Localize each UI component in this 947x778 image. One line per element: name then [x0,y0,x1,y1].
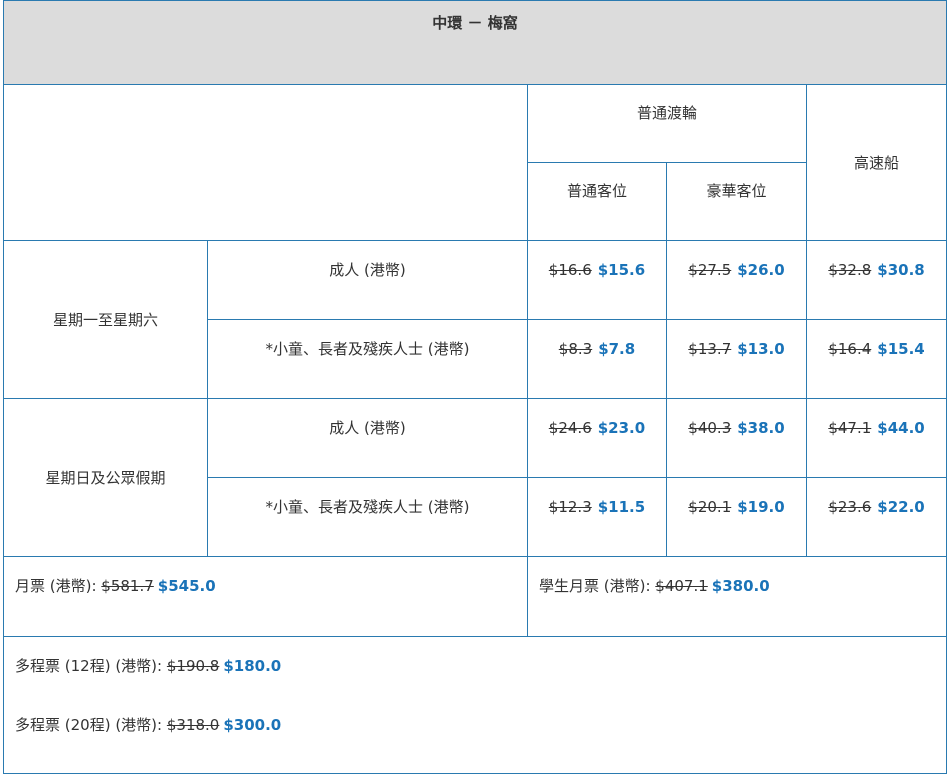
price-ordinary: $16.6 $15.6 [527,240,667,320]
new-price: $7.8 [598,340,636,358]
day-category-weekday: 星期一至星期六 [3,240,208,399]
old-price: $581.7 [101,577,154,595]
price-ordinary: $12.3 $11.5 [527,477,667,557]
old-price: $47.1 [828,419,872,437]
ticket-type: *小童、長者及殘疾人士 (港幣) [207,319,528,399]
new-price: $180.0 [223,657,282,675]
monthly-ticket-label: 月票 (港幣): [15,577,102,595]
table-row: 星期日及公眾假期 成人 (港幣) $24.6 $23.0 $40.3 $38.0 $… [3,398,947,557]
header-fast-ferry: 高速船 [805,84,947,241]
old-price: $8.3 [558,340,593,358]
header-ordinary-class: 普通客位 [527,162,667,241]
price-deluxe: $20.1 $19.0 [666,477,807,557]
old-price: $190.8 [166,657,220,675]
day-category-holiday: 星期日及公眾假期 [3,398,208,557]
new-price: $19.0 [737,498,785,516]
old-price: $27.5 [688,261,732,279]
old-price: $13.7 [688,340,732,358]
old-price: $12.3 [548,498,592,516]
multi-20-label: 多程票 (20程) (港幣): [15,716,167,734]
ticket-type: 成人 (港幣) [207,398,528,478]
multi-12-label: 多程票 (12程) (港幣): [15,657,167,675]
old-price: $23.6 [828,498,872,516]
new-price: $44.0 [877,419,925,437]
header-deluxe-class: 豪華客位 [666,162,807,241]
old-price: $24.6 [548,419,592,437]
price-ordinary: $24.6 $23.0 [527,398,667,478]
old-price: $16.6 [548,261,592,279]
old-price: $20.1 [688,498,732,516]
header-ordinary-ferry: 普通渡輪 [527,84,807,163]
new-price: $23.0 [597,419,646,437]
price-deluxe: $13.7 $13.0 [666,319,807,399]
new-price: $38.0 [737,419,785,437]
price-ordinary: $8.3 $7.8 [527,319,667,399]
header-blank-cell [3,84,528,241]
student-monthly-label: 學生月票 (港幣): [539,577,656,595]
new-price: $11.5 [597,498,646,516]
old-price: $318.0 [166,716,220,734]
price-fast: $32.8 $30.8 [805,240,947,320]
price-fast: $23.6 $22.0 [805,477,947,557]
new-price: $22.0 [877,498,925,516]
student-monthly-ticket-cell: 學生月票 (港幣): $407.1 $380.0 [526,556,947,637]
new-price: $300.0 [223,716,282,734]
price-deluxe: $27.5 $26.0 [666,240,807,320]
new-price: $26.0 [737,261,785,279]
new-price: $15.4 [877,340,925,358]
route-title: 中環 － 梅窩 [432,14,518,32]
price-fast: $47.1 $44.0 [805,398,947,478]
multi-journey-cell: 多程票 (12程) (港幣): $190.8 $180.0 多程票 (20程) (… [2,636,947,774]
new-price: $30.8 [877,261,925,279]
ticket-type: *小童、長者及殘疾人士 (港幣) [207,477,528,557]
new-price: $13.0 [737,340,785,358]
ticket-type: 成人 (港幣) [207,240,528,320]
new-price: $380.0 [711,577,770,595]
table-row: 星期一至星期六 成人 (港幣) $16.6 $15.6 $27.5 $26.0 $3… [3,240,947,399]
monthly-ticket-cell: 月票 (港幣): $581.7 $545.0 [3,556,528,637]
price-fast: $16.4 $15.4 [805,319,947,399]
new-price: $15.6 [597,261,646,279]
route-title-cell: 中環 － 梅窩 [2,0,947,85]
old-price: $16.4 [828,340,872,358]
new-price: $545.0 [157,577,216,595]
old-price: $40.3 [688,419,732,437]
fare-table: 中環 － 梅窩 普通渡輪 高速船 普通客位 豪華客位 星期一至星期六 成人 (港… [2,0,947,774]
old-price: $32.8 [828,261,872,279]
price-deluxe: $40.3 $38.0 [666,398,807,478]
old-price: $407.1 [655,577,708,595]
